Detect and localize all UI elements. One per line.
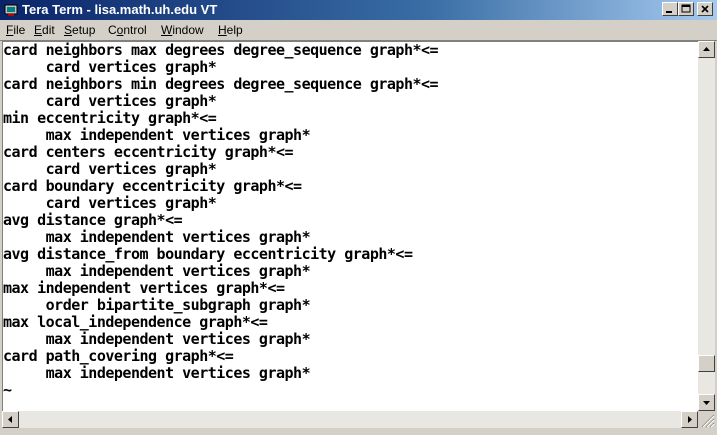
terminal-line: max independent vertices graph*: [3, 330, 311, 348]
horizontal-scrollbar[interactable]: [2, 411, 698, 428]
terminal-line: avg distance graph*<=: [3, 211, 183, 229]
terminal-line: max independent vertices graph*<=: [3, 279, 285, 297]
terminal-line: card centers eccentricity graph*<=: [3, 143, 294, 161]
menu-bar: File Edit Setup Control Window Help: [0, 20, 717, 41]
terminal-line: card path_covering graph*<=: [3, 347, 234, 365]
arrow-right-icon: [688, 416, 692, 423]
minimize-button[interactable]: [662, 2, 678, 16]
scroll-up-button[interactable]: [698, 41, 715, 58]
terminal-line: card vertices graph*: [3, 92, 217, 110]
tera-term-window: Tera Term - lisa.math.uh.edu VT File Edit…: [0, 0, 717, 435]
terminal-line: min eccentricity graph*<=: [3, 109, 217, 127]
terminal-line: ~: [3, 381, 12, 399]
terminal-line: avg distance_from boundary eccentricity …: [3, 245, 413, 263]
terminal-line: max local_independence graph*<=: [3, 313, 268, 331]
minimize-icon: [666, 11, 672, 13]
size-grip[interactable]: [698, 411, 715, 428]
maximize-icon: [681, 4, 691, 13]
terminal-line: max independent vertices graph*: [3, 126, 311, 144]
terminal-line: card neighbors max degrees degree_sequen…: [3, 41, 439, 59]
terminal-line: max independent vertices graph*: [3, 364, 311, 382]
menu-item-control[interactable]: Control: [108, 23, 147, 37]
terminal-line: card vertices graph*: [3, 194, 217, 212]
terminal-line: order bipartite_subgraph graph*: [3, 296, 311, 314]
menu-item-setup[interactable]: Setup: [64, 23, 95, 37]
close-button[interactable]: [697, 2, 713, 16]
terminal-line: card vertices graph*: [3, 160, 217, 178]
terminal-line: max independent vertices graph*: [3, 262, 311, 280]
scroll-down-button[interactable]: [698, 394, 715, 411]
menu-item-edit[interactable]: Edit: [34, 23, 55, 37]
arrow-down-icon: [703, 401, 710, 405]
vertical-scroll-thumb[interactable]: [698, 354, 715, 372]
close-icon: [701, 5, 709, 13]
scroll-right-button[interactable]: [681, 411, 698, 428]
terminal-line: card vertices graph*: [3, 58, 217, 76]
title-bar[interactable]: Tera Term - lisa.math.uh.edu VT: [0, 0, 717, 20]
arrow-left-icon: [8, 416, 12, 423]
menu-item-window[interactable]: Window: [161, 23, 204, 37]
maximize-button[interactable]: [678, 2, 694, 16]
menu-item-file[interactable]: File: [6, 23, 25, 37]
vertical-scrollbar[interactable]: [698, 41, 715, 411]
terminal-line: card neighbors min degrees degree_sequen…: [3, 75, 439, 93]
terminal-line: card boundary eccentricity graph*<=: [3, 177, 302, 195]
scroll-left-button[interactable]: [2, 411, 19, 428]
resize-grip-icon: [701, 414, 715, 428]
terminal-area[interactable]: card neighbors max degrees degree_sequen…: [2, 41, 699, 412]
terminal-line: max independent vertices graph*: [3, 228, 311, 246]
arrow-up-icon: [703, 47, 710, 51]
menu-item-help[interactable]: Help: [218, 23, 243, 37]
window-title: Tera Term - lisa.math.uh.edu VT: [22, 2, 218, 17]
tera-term-icon[interactable]: [4, 3, 18, 17]
